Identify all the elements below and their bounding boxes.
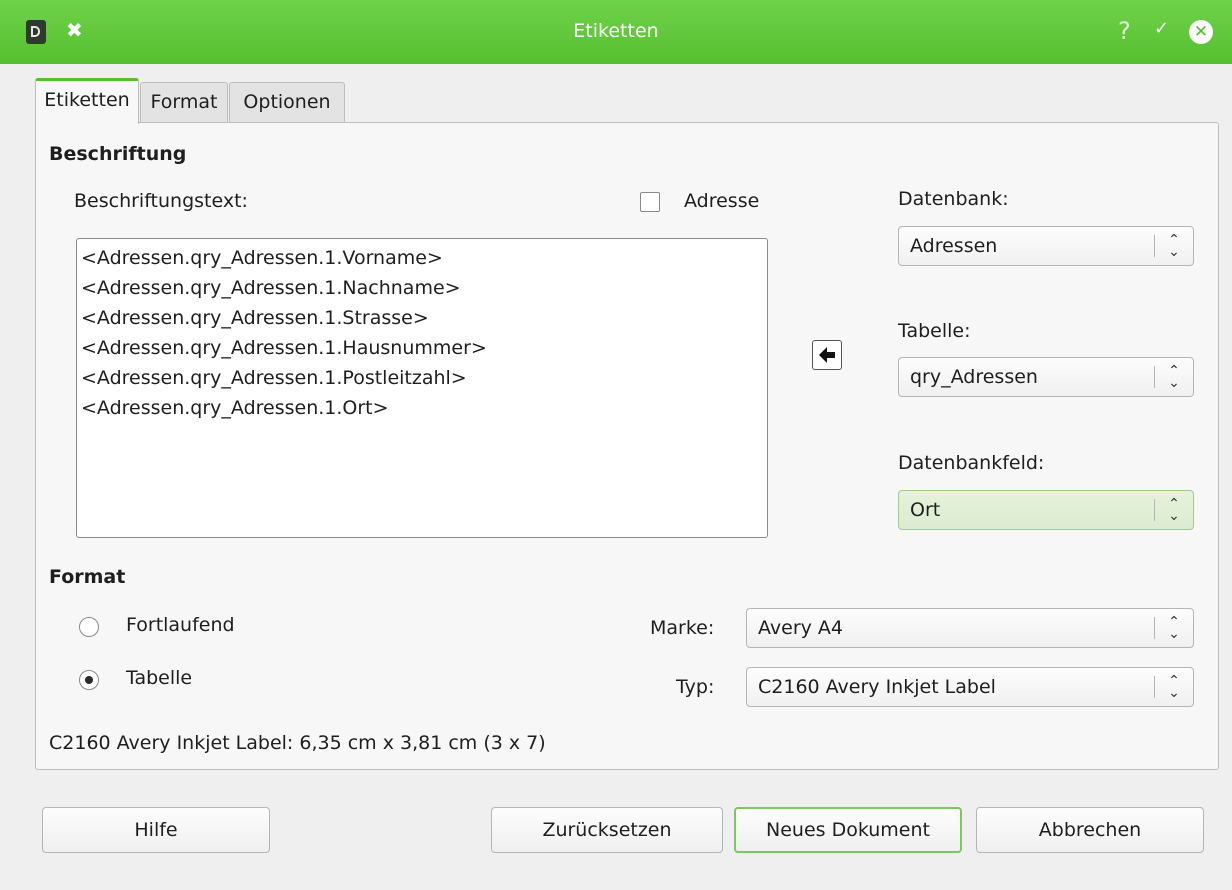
insert-field-button[interactable] — [812, 340, 842, 370]
cancel-button[interactable]: Abbrechen — [976, 807, 1204, 853]
text-line: <Adressen.qry_Adressen.1.Nachname> — [81, 277, 461, 299]
format-heading: Format — [49, 566, 126, 588]
typ-label: Typ: — [676, 676, 715, 698]
tabelle-value: qry_Adressen — [910, 366, 1038, 388]
datenbank-select[interactable]: Adressen ⌃ ⌄ — [898, 226, 1194, 266]
window-title: Etiketten — [573, 20, 659, 42]
marke-select[interactable]: Avery A4 ⌃ ⌄ — [746, 608, 1194, 648]
adresse-checkbox[interactable] — [640, 192, 660, 212]
adresse-label[interactable]: Adresse — [684, 190, 759, 212]
tab-format[interactable]: Format — [140, 82, 228, 122]
arrow-left-icon — [819, 347, 835, 363]
text-line: <Adressen.qry_Adressen.1.Hausnummer> — [81, 337, 487, 359]
window-titlebar[interactable]: ✖ Etiketten ? ✓ ✕ — [0, 0, 1232, 64]
datenbank-label: Datenbank: — [898, 188, 1009, 210]
tabelle-radio[interactable] — [79, 670, 99, 690]
tab-etiketten[interactable]: Etiketten — [35, 78, 139, 124]
datenbankfeld-value: Ort — [910, 499, 941, 521]
tabelle-select[interactable]: qry_Adressen ⌃ ⌄ — [898, 357, 1194, 397]
beschriftungstext-label: Beschriftungstext: — [74, 190, 248, 212]
datenbank-value: Adressen — [910, 235, 998, 257]
tabelle-label: Tabelle: — [898, 320, 971, 342]
chevron-down-icon[interactable]: ✓ — [1154, 18, 1169, 39]
text-line: <Adressen.qry_Adressen.1.Ort> — [81, 397, 389, 419]
text-line: <Adressen.qry_Adressen.1.Strasse> — [81, 307, 429, 329]
spin-updown-icon: ⌃ ⌄ — [1168, 496, 1180, 524]
help-icon[interactable]: ? — [1118, 17, 1131, 45]
spin-updown-icon: ⌃ ⌄ — [1168, 614, 1180, 642]
label-info: C2160 Avery Inkjet Label: 6,35 cm x 3,81… — [49, 732, 546, 754]
reset-button[interactable]: Zurücksetzen — [491, 807, 723, 853]
marke-value: Avery A4 — [758, 617, 843, 639]
new-document-button[interactable]: Neues Dokument — [734, 807, 962, 853]
beschriftungstext-textarea[interactable]: <Adressen.qry_Adressen.1.Vorname> <Adres… — [76, 238, 768, 538]
spin-updown-icon: ⌃ ⌄ — [1168, 232, 1180, 260]
fortlaufend-radio[interactable] — [79, 617, 99, 637]
tab-optionen[interactable]: Optionen — [229, 82, 345, 122]
help-button[interactable]: Hilfe — [42, 807, 270, 853]
tabelle-radio-label[interactable]: Tabelle — [126, 667, 192, 689]
text-line: <Adressen.qry_Adressen.1.Vorname> — [81, 247, 443, 269]
datenbankfeld-label: Datenbankfeld: — [898, 452, 1045, 474]
spin-updown-icon: ⌃ ⌄ — [1168, 673, 1180, 701]
datenbankfeld-select[interactable]: Ort ⌃ ⌄ — [898, 490, 1194, 530]
close-icon[interactable]: ✕ — [1189, 20, 1213, 44]
text-line: <Adressen.qry_Adressen.1.Postleitzahl> — [81, 367, 467, 389]
marke-label: Marke: — [650, 617, 715, 639]
typ-value: C2160 Avery Inkjet Label — [758, 676, 996, 698]
fortlaufend-label[interactable]: Fortlaufend — [126, 614, 235, 636]
spin-updown-icon: ⌃ ⌄ — [1168, 363, 1180, 391]
beschriftung-heading: Beschriftung — [49, 143, 187, 165]
typ-select[interactable]: C2160 Avery Inkjet Label ⌃ ⌄ — [746, 667, 1194, 707]
